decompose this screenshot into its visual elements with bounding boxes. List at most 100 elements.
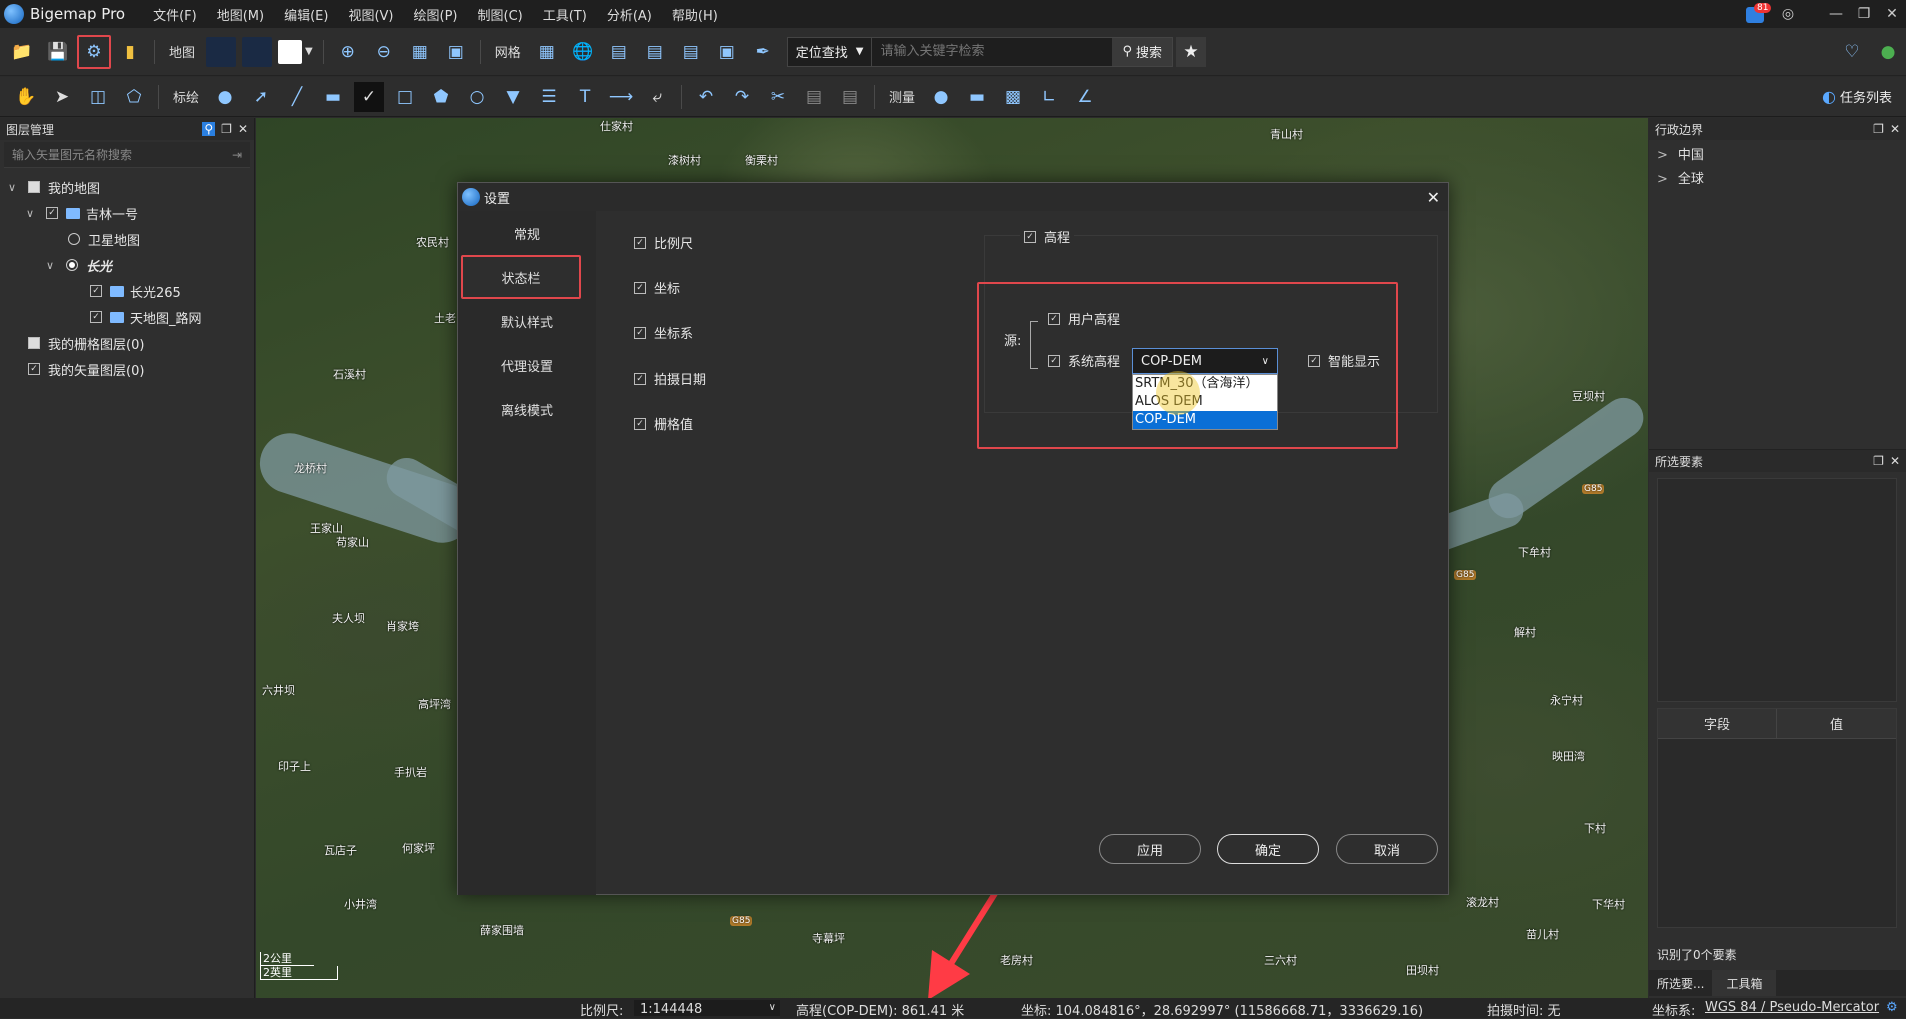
dialog-close-icon[interactable]: ✕	[1427, 188, 1440, 207]
option-smart-display[interactable]: ✓ 智能显示	[1308, 351, 1380, 370]
km-grid-icon[interactable]: ▤	[604, 37, 634, 67]
nav-offline[interactable]: 离线模式	[458, 387, 596, 431]
crs-link[interactable]: WGS 84 / Pseudo-Mercator	[1705, 1000, 1879, 1015]
sector-icon[interactable]: ▼	[498, 82, 528, 112]
zoom-extent-icon[interactable]: ▦	[405, 37, 435, 67]
measure-angle-icon[interactable]: ∟	[1034, 82, 1064, 112]
heart-map-icon[interactable]: ♡	[1837, 37, 1867, 67]
circle-icon[interactable]: ○	[462, 82, 492, 112]
close-panel-icon[interactable]: ✕	[1890, 122, 1900, 136]
cancel-button[interactable]: 取消	[1336, 834, 1438, 864]
map-dropdown-chevron-icon[interactable]: ▼	[305, 46, 313, 57]
clear-brush-icon[interactable]: ✒	[748, 37, 778, 67]
satellite-map-alt-icon[interactable]	[242, 36, 273, 67]
copy-icon[interactable]: ▤	[799, 82, 829, 112]
layer-jilin-1[interactable]: ∨ ✓ 吉林一号	[0, 200, 254, 226]
nm-grid-icon[interactable]: ▤	[640, 37, 670, 67]
layer-vector[interactable]: ✓ 我的矢量图层(0)	[0, 356, 254, 382]
dropdown-option-srtm[interactable]: SRTM_30（含海洋）	[1133, 375, 1277, 393]
blank-map-icon[interactable]	[278, 39, 303, 64]
layer-tianditu-road[interactable]: ✓ 天地图_路网	[0, 304, 254, 330]
crs-settings-icon[interactable]: ⚙	[1886, 1000, 1898, 1015]
admin-item-china[interactable]: > 中国	[1657, 144, 1898, 168]
mgrs-grid-icon[interactable]: ▤	[676, 37, 706, 67]
placemark-icon[interactable]: ●	[210, 82, 240, 112]
option-raster-value[interactable]: ✓ 栅格值	[634, 414, 693, 433]
open-folder-icon[interactable]: 📁	[7, 37, 37, 67]
menu-cartography[interactable]: 制图(C)	[478, 5, 523, 24]
task-list-button[interactable]: ◐ 任务列表	[1822, 87, 1892, 106]
feature-list[interactable]	[1657, 478, 1897, 702]
layer-my-map[interactable]: ∨ 我的地图	[0, 174, 254, 200]
wechat-icon[interactable]: ●	[1873, 37, 1903, 67]
option-coords[interactable]: ✓ 坐标	[634, 278, 680, 297]
tab-toolbox[interactable]: 工具箱	[1712, 970, 1777, 996]
user-icon[interactable]: ◎	[1774, 3, 1802, 25]
scale-select[interactable]: 1:144448 ∨	[634, 1000, 780, 1017]
nav-general[interactable]: 常规	[458, 211, 596, 255]
option-user-elevation[interactable]: ✓ 用户高程	[1048, 309, 1120, 328]
menu-view[interactable]: 视图(V)	[348, 5, 393, 24]
option-elevation[interactable]: ✓ 高程	[1020, 227, 1075, 246]
option-capture-date[interactable]: ✓ 拍摄日期	[634, 369, 706, 388]
layer-changguang265[interactable]: ✓ 长光265	[0, 278, 254, 304]
scissors-icon[interactable]: ✂	[763, 82, 793, 112]
menu-edit[interactable]: 编辑(E)	[284, 5, 328, 24]
pan-hand-icon[interactable]: ✋	[11, 82, 41, 112]
bookmark-icon[interactable]: ▮	[115, 37, 145, 67]
close-panel-icon[interactable]: ✕	[1890, 454, 1900, 468]
undo-icon[interactable]: ↶	[691, 82, 721, 112]
settings-gear-button[interactable]: ⚙	[77, 34, 111, 69]
menu-analysis[interactable]: 分析(A)	[607, 5, 652, 24]
measure-point-icon[interactable]: ●	[926, 82, 956, 112]
option-crs[interactable]: ✓ 坐标系	[634, 323, 693, 342]
restore-button[interactable]: ❐	[1850, 3, 1878, 25]
layer-filter-input[interactable]: 输入矢量图元名称搜索 ⇥	[4, 142, 250, 168]
search-button[interactable]: ⚲ 搜索	[1112, 37, 1172, 66]
measure-distance-icon[interactable]: ▬	[962, 82, 992, 112]
paste-icon[interactable]: ▤	[835, 82, 865, 112]
nav-default-style[interactable]: 默认样式	[458, 299, 596, 343]
option-system-elevation[interactable]: ✓ 系统高程	[1048, 351, 1120, 370]
folder-grid-icon[interactable]: ▣	[712, 37, 742, 67]
zoom-out-icon[interactable]: ⊖	[369, 37, 399, 67]
minimize-button[interactable]: —	[1822, 3, 1850, 25]
ok-button[interactable]: 确定	[1217, 834, 1319, 864]
polyline-icon[interactable]: ➚	[246, 82, 276, 112]
menu-file[interactable]: 文件(F)	[153, 5, 197, 24]
search-icon[interactable]: ⚲	[202, 122, 216, 136]
measure-bearing-icon[interactable]: ∠	[1070, 82, 1100, 112]
option-scale[interactable]: ✓ 比例尺	[634, 233, 693, 252]
layer-satellite-map[interactable]: 卫星地图	[0, 226, 254, 252]
zoom-in-icon[interactable]: ⊕	[333, 37, 363, 67]
dropdown-option-alos[interactable]: ALOS DEM	[1133, 393, 1277, 411]
tab-selected-features[interactable]: 所选要...	[1649, 970, 1712, 996]
search-mode-select[interactable]: 定位查找 ▼	[788, 37, 873, 66]
menu-tools[interactable]: 工具(T)	[543, 5, 587, 24]
favorite-star-icon[interactable]: ★	[1176, 36, 1206, 67]
apply-button[interactable]: 应用	[1099, 834, 1201, 864]
rectangle-icon[interactable]: ▬	[318, 82, 348, 112]
square-icon[interactable]: □	[390, 82, 420, 112]
float-panel-icon[interactable]: ❐	[221, 122, 232, 136]
freehand-icon[interactable]: ✓	[354, 81, 385, 112]
menu-draw[interactable]: 绘图(P)	[414, 5, 458, 24]
redo-icon[interactable]: ↷	[727, 82, 757, 112]
line-icon[interactable]: ╱	[282, 82, 312, 112]
search-input[interactable]	[872, 37, 1113, 66]
grid-icon[interactable]: ▦	[532, 37, 562, 67]
measure-area-icon[interactable]: ▩	[998, 82, 1028, 112]
layer-raster[interactable]: 我的栅格图层(0)	[0, 330, 254, 356]
nav-status-bar[interactable]: 状态栏	[461, 255, 581, 299]
float-panel-icon[interactable]: ❐	[1873, 122, 1884, 136]
layer-changguang[interactable]: ∨ 长光	[0, 252, 254, 278]
dropdown-option-cop[interactable]: COP-DEM	[1133, 411, 1277, 429]
curve-arrow-icon[interactable]: ⤶	[642, 82, 672, 112]
text-underline-icon[interactable]: ☰	[534, 82, 564, 112]
full-extent-icon[interactable]: ▣	[441, 37, 471, 67]
save-icon[interactable]: 💾	[43, 37, 73, 67]
select-shape-icon[interactable]: ⬠	[119, 82, 149, 112]
close-window-button[interactable]: ✕	[1878, 3, 1906, 25]
text-label-icon[interactable]: T	[570, 82, 600, 112]
satellite-map-icon[interactable]	[206, 36, 237, 67]
